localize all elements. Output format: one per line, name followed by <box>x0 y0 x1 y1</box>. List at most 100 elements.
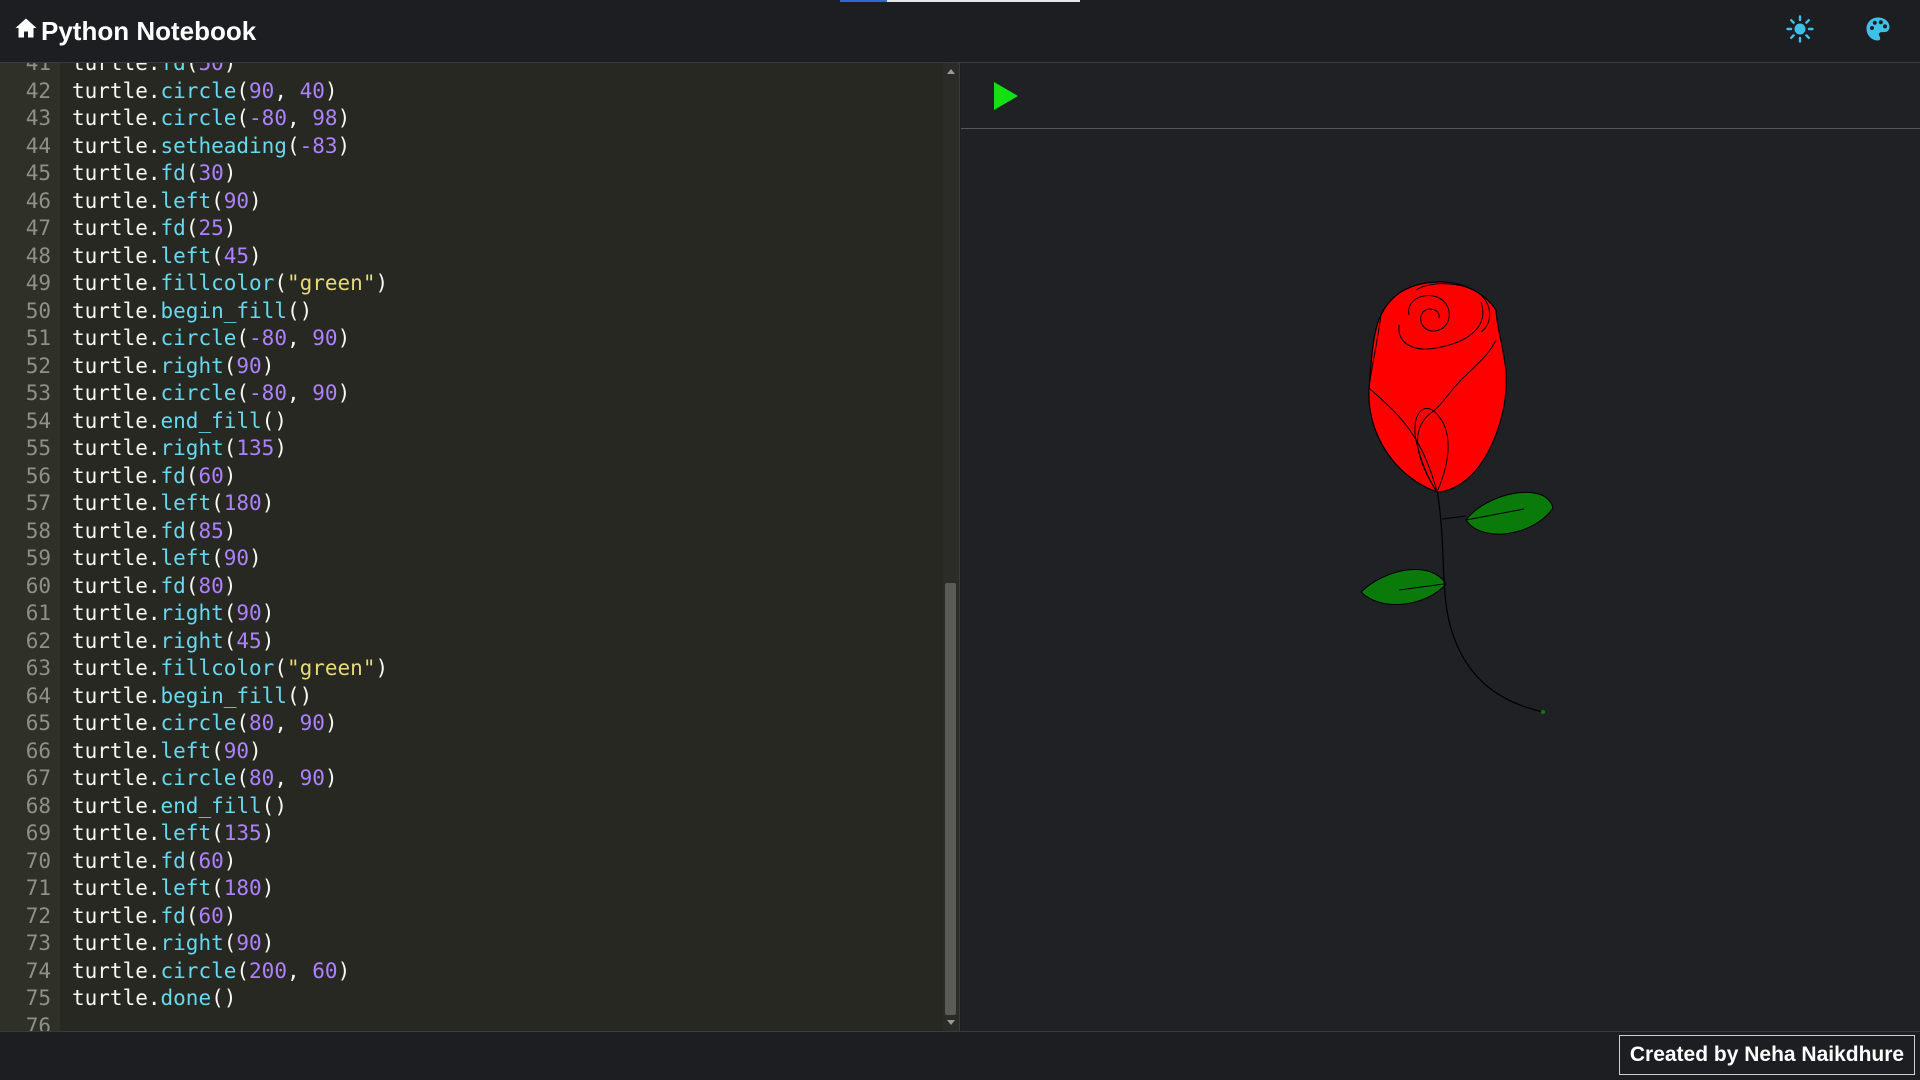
home-link[interactable]: Python Notebook <box>14 14 256 48</box>
code-line[interactable]: 60 turtle.fd(80) <box>0 573 940 601</box>
code-text[interactable]: turtle.begin_fill() <box>72 683 312 711</box>
code-line[interactable]: 75 turtle.done() <box>0 985 940 1013</box>
code-text[interactable]: turtle.done() <box>72 985 236 1013</box>
code-text[interactable]: turtle.end_fill() <box>72 793 287 821</box>
code-line[interactable]: 41 turtle.fd(50) <box>0 63 940 78</box>
code-line[interactable]: 53 turtle.circle(-80, 90) <box>0 380 940 408</box>
code-line[interactable]: 59 turtle.left(90) <box>0 545 940 573</box>
code-text[interactable]: turtle.right(90) <box>72 930 274 958</box>
code-text[interactable]: turtle.fillcolor("green") <box>72 655 388 683</box>
code-token: turtle <box>72 546 148 570</box>
code-text[interactable]: turtle.left(90) <box>72 545 262 573</box>
code-text[interactable]: turtle.right(90) <box>72 600 274 628</box>
code-text[interactable]: turtle.circle(90, 40) <box>72 78 338 106</box>
code-text[interactable]: turtle.left(90) <box>72 188 262 216</box>
code-token: turtle <box>72 766 148 790</box>
code-text[interactable]: turtle.end_fill() <box>72 408 287 436</box>
code-line[interactable]: 73 turtle.right(90) <box>0 930 940 958</box>
scroll-thumb[interactable] <box>945 583 956 1015</box>
code-text[interactable]: turtle.right(135) <box>72 435 287 463</box>
code-line[interactable]: 63 turtle.fillcolor("green") <box>0 655 940 683</box>
code-text[interactable]: turtle.right(90) <box>72 353 274 381</box>
code-text[interactable]: turtle.circle(-80, 90) <box>72 325 350 353</box>
code-area[interactable]: 41 turtle.fd(50) 42 turtle.circle(90, 40) 43… <box>0 63 940 1031</box>
code-text[interactable]: turtle.left(45) <box>72 243 262 271</box>
code-line[interactable]: 44 turtle.setheading(-83) <box>0 133 940 161</box>
code-line[interactable]: 72 turtle.fd(60) <box>0 903 940 931</box>
code-line[interactable]: 56 turtle.fd(60) <box>0 463 940 491</box>
code-line[interactable]: 66 turtle.left(90) <box>0 738 940 766</box>
editor-scrollbar[interactable] <box>943 63 959 1031</box>
line-number: 52 <box>25 353 51 378</box>
code-line[interactable]: 71 turtle.left(180) <box>0 875 940 903</box>
code-line[interactable]: 69 turtle.left(135) <box>0 820 940 848</box>
palette-button[interactable] <box>1861 14 1895 48</box>
code-line[interactable]: 51 turtle.circle(-80, 90) <box>0 325 940 353</box>
code-line[interactable]: 55 turtle.right(135) <box>0 435 940 463</box>
code-line[interactable]: 46 turtle.left(90) <box>0 188 940 216</box>
code-text[interactable]: turtle.circle(80, 90) <box>72 710 338 738</box>
code-line[interactable]: 45 turtle.fd(30) <box>0 160 940 188</box>
code-text[interactable]: turtle.fd(25) <box>72 215 236 243</box>
code-line[interactable]: 52 turtle.right(90) <box>0 353 940 381</box>
code-line[interactable]: 61 turtle.right(90) <box>0 600 940 628</box>
code-line[interactable]: 74 turtle.circle(200, 60) <box>0 958 940 986</box>
code-token: 90 <box>299 766 325 790</box>
code-token: turtle <box>72 188 148 213</box>
scroll-up-icon[interactable] <box>947 69 955 74</box>
code-line[interactable]: 67 turtle.circle(80, 90) <box>0 765 940 793</box>
code-text[interactable]: turtle.circle(200, 60) <box>72 958 350 986</box>
code-text[interactable]: turtle.fillcolor("green") <box>72 270 388 298</box>
code-line[interactable]: 64 turtle.begin_fill() <box>0 683 940 711</box>
code-text[interactable]: turtle.fd(60) <box>72 848 236 876</box>
code-token: 30 <box>198 161 224 185</box>
code-token: ( <box>274 656 287 680</box>
code-line[interactable]: 68 turtle.end_fill() <box>0 793 940 821</box>
code-line[interactable]: 42 turtle.circle(90, 40) <box>0 78 940 106</box>
code-text[interactable]: turtle.fd(30) <box>72 160 236 188</box>
code-token: ( <box>185 848 199 873</box>
code-text[interactable]: turtle.circle(-80, 98) <box>72 105 350 133</box>
code-text[interactable]: turtle.fd(85) <box>72 518 236 546</box>
code-line[interactable]: 49 turtle.fillcolor("green") <box>0 270 940 298</box>
code-token: . <box>147 821 161 845</box>
code-text[interactable]: turtle.fd(60) <box>72 463 236 491</box>
code-editor[interactable]: 41 turtle.fd(50) 42 turtle.circle(90, 40) 43… <box>0 63 960 1031</box>
code-line[interactable]: 58 turtle.fd(85) <box>0 518 940 546</box>
code-text[interactable]: turtle.setheading(-83) <box>72 133 350 161</box>
code-token: turtle <box>72 711 148 735</box>
code-token: ) <box>261 931 275 955</box>
code-token: turtle <box>72 903 148 928</box>
code-line[interactable]: 76 <box>0 1013 940 1032</box>
code-text[interactable]: turtle.fd(50) <box>72 63 236 78</box>
code-text[interactable]: turtle.right(45) <box>72 628 274 656</box>
code-text[interactable]: turtle.begin_fill() <box>72 298 312 326</box>
code-line[interactable]: 54 turtle.end_fill() <box>0 408 940 436</box>
code-line[interactable]: 57 turtle.left(180) <box>0 490 940 518</box>
line-number: 42 <box>25 78 51 103</box>
code-token: 90 <box>236 353 262 378</box>
run-button[interactable] <box>991 80 1021 112</box>
code-text[interactable]: turtle.left(180) <box>72 875 274 903</box>
code-line[interactable]: 65 turtle.circle(80, 90) <box>0 710 940 738</box>
code-text[interactable]: turtle.fd(80) <box>72 573 236 601</box>
code-line[interactable]: 50 turtle.begin_fill() <box>0 298 940 326</box>
code-line[interactable]: 47 turtle.fd(25) <box>0 215 940 243</box>
code-text[interactable]: turtle.left(90) <box>72 738 262 766</box>
code-text[interactable]: turtle.fd(60) <box>72 903 236 931</box>
code-token: ) <box>261 353 275 378</box>
theme-toggle-button[interactable] <box>1783 14 1817 48</box>
code-text[interactable]: turtle.left(135) <box>72 820 274 848</box>
code-line[interactable]: 48 turtle.left(45) <box>0 243 940 271</box>
code-token: ( <box>211 876 224 900</box>
code-text[interactable]: turtle.circle(-80, 90) <box>72 380 350 408</box>
code-line[interactable]: 62 turtle.right(45) <box>0 628 940 656</box>
code-text[interactable]: turtle.left(180) <box>72 490 274 518</box>
code-line[interactable]: 43 turtle.circle(-80, 98) <box>0 105 940 133</box>
code-line[interactable]: 70 turtle.fd(60) <box>0 848 940 876</box>
scroll-down-icon[interactable] <box>947 1020 955 1025</box>
code-token: ( <box>185 463 199 488</box>
line-number: 63 <box>25 656 51 680</box>
code-token: ) <box>261 491 275 515</box>
code-text[interactable]: turtle.circle(80, 90) <box>72 765 338 793</box>
